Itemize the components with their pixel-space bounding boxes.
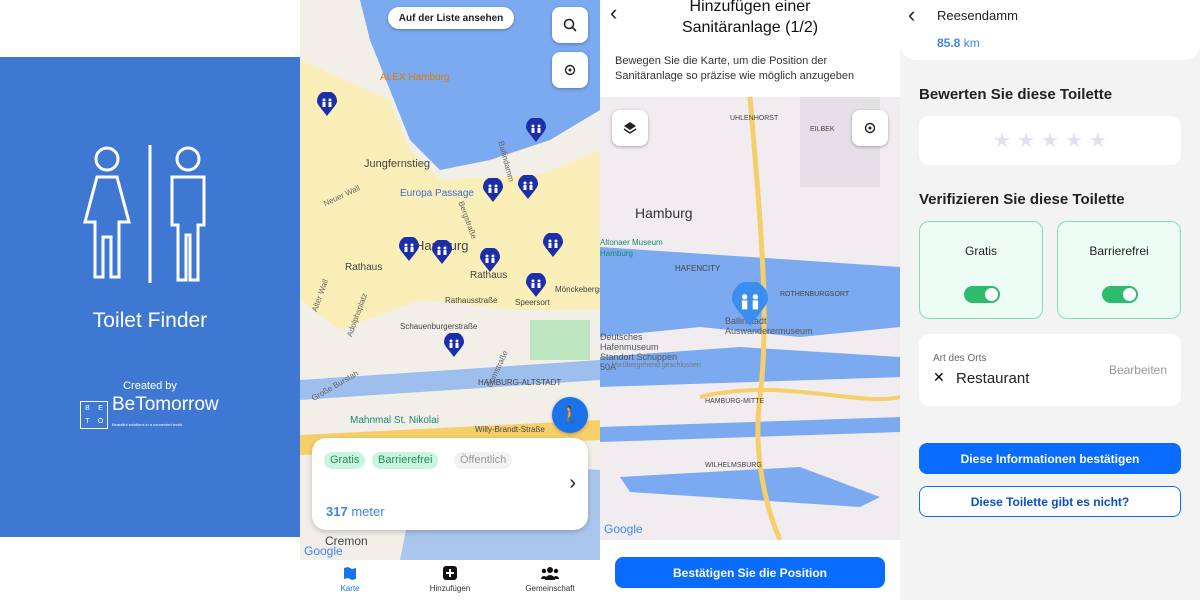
star-icon[interactable]: ★: [1065, 128, 1083, 153]
toilet-pin[interactable]: [526, 118, 546, 142]
toilet-pin[interactable]: [317, 92, 337, 116]
walking-mode-button[interactable]: 🚶: [552, 397, 588, 433]
poi-label: Altonaer Museum: [600, 238, 663, 247]
toilet-pin[interactable]: [399, 237, 419, 261]
google-logo: Google: [304, 544, 343, 558]
position-marker-icon: [732, 282, 768, 326]
chip-public: Öffentlich: [454, 452, 513, 469]
map-screen: ALEX Hamburg Jungfernstieg Europa Passag…: [300, 0, 600, 600]
edit-button[interactable]: Bearbeiten: [1109, 363, 1167, 377]
toilet-pin[interactable]: [432, 240, 452, 264]
star-icon[interactable]: ★: [993, 128, 1011, 153]
locate-button[interactable]: [552, 52, 588, 88]
created-by-label: Created by: [123, 380, 177, 392]
instructions: Bewegen Sie die Karte, um die Position d…: [615, 55, 855, 82]
toilet-name: Reesendamm: [937, 8, 1018, 23]
community-icon: [541, 567, 559, 580]
betomorrow-logo: BETO BeTomorrow Beautiful solutions in a …: [80, 395, 219, 435]
toilet-detail-screen: ‹ Reesendamm 85.8 km Bewerten Sie diese …: [900, 0, 1200, 600]
rate-heading: Bewerten Sie diese Toilette: [919, 86, 1113, 103]
back-icon[interactable]: ‹: [610, 0, 617, 26]
toilet-pin[interactable]: [543, 233, 563, 257]
chip-accessible: Barrierefrei: [372, 452, 439, 469]
poi-label: Hamburg: [600, 249, 633, 258]
crosshair-icon: [564, 64, 576, 76]
layers-icon: [623, 122, 637, 134]
layers-button[interactable]: [612, 110, 648, 146]
nav-hinzufuegen[interactable]: Hinzufügen: [400, 560, 500, 600]
search-button[interactable]: [552, 7, 588, 43]
toilet-pin[interactable]: [483, 178, 503, 202]
view-list-button[interactable]: Auf der Liste ansehen: [388, 7, 514, 29]
walking-icon: 🚶: [560, 407, 580, 424]
star-icon[interactable]: ★: [1089, 128, 1107, 153]
bottom-nav: Karte Hinzufügen Gemeinschaft: [300, 560, 600, 600]
restaurant-icon: ✕: [933, 369, 945, 385]
distance: 317 meter: [326, 504, 385, 519]
map-icon: [344, 567, 356, 580]
chevron-right-icon[interactable]: ›: [569, 472, 576, 495]
confirm-position-button[interactable]: Bestätigen Sie die Position: [615, 557, 885, 588]
accessible-toggle[interactable]: [1102, 286, 1138, 303]
locate-button[interactable]: [852, 110, 888, 146]
search-icon: [563, 18, 577, 32]
report-not-exist-button[interactable]: Diese Toilette gibt es nicht?: [919, 486, 1181, 517]
poi-status-label: Vorübergehend geschlossen: [612, 362, 701, 369]
toilet-pin[interactable]: [526, 273, 546, 297]
back-icon[interactable]: ‹: [908, 2, 915, 28]
toilet-card[interactable]: Gratis Barrierefrei Öffentlich › 317 met…: [312, 438, 588, 530]
verify-free: Gratis: [919, 221, 1043, 319]
add-icon: [443, 566, 457, 580]
google-logo: Google: [604, 522, 643, 536]
star-icon[interactable]: ★: [1041, 128, 1059, 153]
distance: 85.8 km: [937, 36, 980, 50]
chip-free: Gratis: [324, 452, 366, 469]
splash-background: [0, 57, 300, 537]
place-type-card: Art des Orts ✕ Restaurant Bearbeiten: [919, 334, 1181, 406]
splash-screen: Toilet Finder Created by BETO BeTomorrow…: [0, 0, 300, 600]
toilet-pin[interactable]: [518, 175, 538, 199]
page-title: Hinzufügen einer Sanitäranlage (1/2): [681, 0, 819, 36]
confirm-info-button[interactable]: Diese Informationen bestätigen: [919, 443, 1181, 474]
toilet-icon: [83, 145, 206, 283]
star-icon[interactable]: ★: [1017, 128, 1035, 153]
add-toilet-screen: ‹ Hinzufügen einer Sanitäranlage (1/2) B…: [600, 0, 900, 600]
toilet-pin[interactable]: [480, 248, 500, 272]
free-toggle[interactable]: [964, 286, 1000, 303]
verify-accessible: Barrierefrei: [1057, 221, 1181, 319]
app-name: Toilet Finder: [92, 309, 208, 332]
crosshair-icon: [864, 122, 876, 134]
nav-gemeinschaft[interactable]: Gemeinschaft: [500, 560, 600, 600]
verify-heading: Verifizieren Sie diese Toilette: [919, 191, 1125, 208]
nav-karte[interactable]: Karte: [300, 560, 400, 600]
star-rating[interactable]: ★ ★ ★ ★ ★: [919, 116, 1181, 165]
toilet-pin[interactable]: [444, 333, 464, 357]
